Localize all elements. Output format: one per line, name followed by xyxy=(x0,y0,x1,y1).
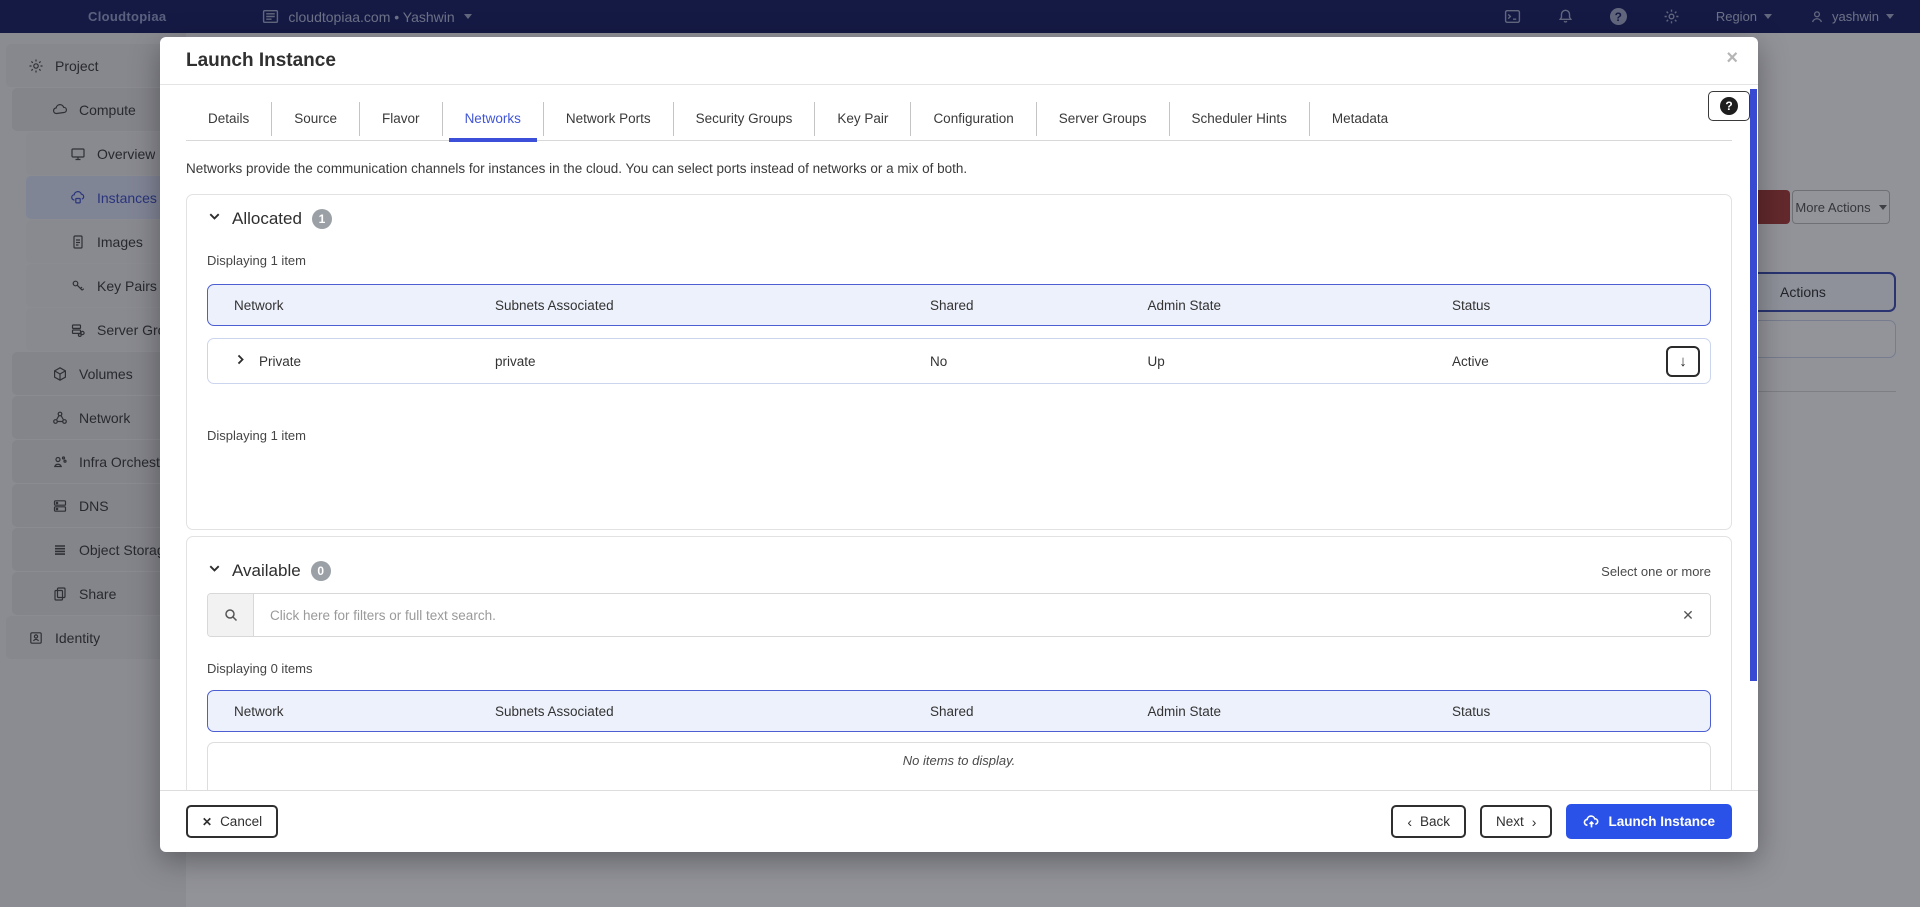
search-icon xyxy=(208,594,254,636)
cell-shared: No xyxy=(930,354,1148,369)
close-icon: ✕ xyxy=(202,815,212,829)
column-admin-state: Admin State xyxy=(1148,298,1453,313)
networks-description: Networks provide the communication chann… xyxy=(186,161,1732,176)
cell-subnets-associated: private xyxy=(495,354,930,369)
wizard-help-button[interactable]: ? xyxy=(1708,91,1750,121)
tab-server-groups[interactable]: Server Groups xyxy=(1036,102,1169,136)
column-shared: Shared xyxy=(930,704,1148,719)
tab-security-groups[interactable]: Security Groups xyxy=(673,102,815,136)
modal-scrollbar[interactable] xyxy=(1750,89,1757,681)
column-subnets-associated: Subnets Associated xyxy=(495,298,930,313)
clear-search-icon[interactable]: ✕ xyxy=(1666,594,1710,636)
tab-key-pair[interactable]: Key Pair xyxy=(814,102,910,136)
column-shared: Shared xyxy=(930,298,1148,313)
column-network: Network xyxy=(234,704,495,719)
launch-label: Launch Instance xyxy=(1608,814,1715,829)
modal-body: ? Details Source Flavor Networks Network… xyxy=(160,85,1758,790)
help-icon: ? xyxy=(1720,97,1738,115)
cell-admin-state: Up xyxy=(1148,354,1453,369)
close-icon[interactable]: × xyxy=(1726,47,1738,70)
allocated-table-header: Network Subnets Associated Shared Admin … xyxy=(207,284,1711,326)
row-expand-chevron-icon[interactable] xyxy=(234,353,247,369)
modal-header: Launch Instance × xyxy=(160,37,1758,85)
column-status: Status xyxy=(1452,298,1684,313)
empty-table-message: No items to display. xyxy=(207,742,1711,790)
back-button[interactable]: ‹ Back xyxy=(1391,805,1466,838)
tab-metadata[interactable]: Metadata xyxy=(1309,102,1410,136)
column-status: Status xyxy=(1452,704,1684,719)
collapse-chevron-icon xyxy=(207,561,222,581)
launch-instance-modal: Launch Instance × ? Details Source Flavo… xyxy=(160,37,1758,852)
allocated-count-text: Displaying 1 item xyxy=(207,253,1711,268)
chevron-right-icon: › xyxy=(1532,814,1537,830)
tab-scheduler-hints[interactable]: Scheduler Hints xyxy=(1169,102,1309,136)
tab-network-ports[interactable]: Network Ports xyxy=(543,102,673,136)
deallocate-arrow-button[interactable]: ↓ xyxy=(1666,346,1700,377)
tab-networks[interactable]: Networks xyxy=(442,102,543,136)
collapse-chevron-icon xyxy=(207,209,222,229)
allocated-title: Allocated xyxy=(232,209,302,229)
modal-footer: ✕ Cancel ‹ Back Next › Launch Instance xyxy=(160,790,1758,852)
wizard-tabs: Details Source Flavor Networks Network P… xyxy=(186,97,1732,141)
next-button[interactable]: Next › xyxy=(1480,805,1552,838)
cell-network: Private xyxy=(259,354,301,369)
allocated-count-badge: 1 xyxy=(312,209,332,229)
tab-details[interactable]: Details xyxy=(186,102,271,136)
column-subnets-associated: Subnets Associated xyxy=(495,704,930,719)
cancel-button[interactable]: ✕ Cancel xyxy=(186,805,278,838)
available-panel: Available 0 Select one or more ✕ Display… xyxy=(186,536,1732,790)
select-hint-text: Select one or more xyxy=(1601,564,1711,579)
table-row: Private private No Up Active ↓ xyxy=(207,338,1711,384)
available-count-badge: 0 xyxy=(311,561,331,581)
search-input[interactable] xyxy=(254,594,1666,636)
back-label: Back xyxy=(1420,814,1450,829)
available-count-text: Displaying 0 items xyxy=(207,661,1711,676)
allocated-count-text-bottom: Displaying 1 item xyxy=(207,428,1711,443)
allocated-panel: Allocated 1 Displaying 1 item Network Su… xyxy=(186,194,1732,530)
available-title: Available xyxy=(232,561,301,581)
filter-search-bar: ✕ xyxy=(207,593,1711,637)
cell-status: Active xyxy=(1452,354,1684,369)
tab-configuration[interactable]: Configuration xyxy=(910,102,1035,136)
available-table-header: Network Subnets Associated Shared Admin … xyxy=(207,690,1711,732)
allocated-header[interactable]: Allocated 1 xyxy=(207,209,1711,229)
modal-title: Launch Instance xyxy=(186,50,336,72)
tab-source[interactable]: Source xyxy=(271,102,359,136)
available-header[interactable]: Available 0 Select one or more xyxy=(207,561,1711,581)
cancel-label: Cancel xyxy=(220,814,262,829)
cloud-upload-icon xyxy=(1583,813,1600,830)
next-label: Next xyxy=(1496,814,1524,829)
column-network: Network xyxy=(234,298,495,313)
column-admin-state: Admin State xyxy=(1148,704,1453,719)
launch-instance-button[interactable]: Launch Instance xyxy=(1566,804,1732,839)
tab-flavor[interactable]: Flavor xyxy=(359,102,442,136)
chevron-left-icon: ‹ xyxy=(1407,814,1412,830)
